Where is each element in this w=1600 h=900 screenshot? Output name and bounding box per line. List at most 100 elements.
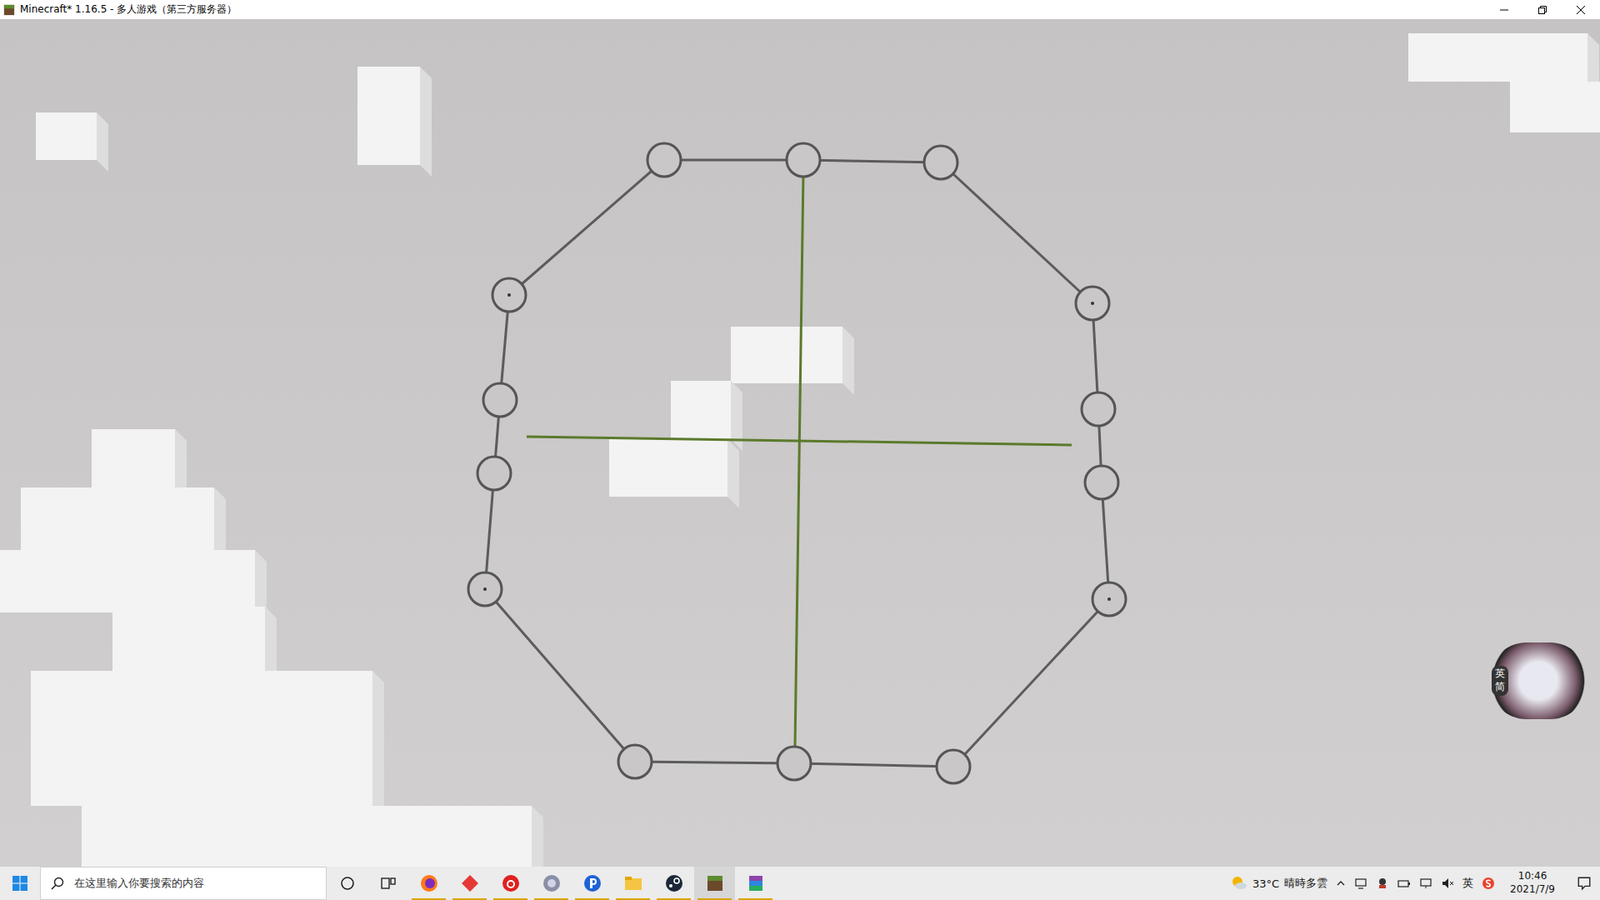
pixiv-icon (582, 873, 603, 894)
running-indicator (656, 898, 691, 900)
ring-node (647, 143, 681, 177)
diamond-icon (460, 873, 480, 894)
taskbar-app[interactable] (490, 866, 531, 900)
ring-node (618, 745, 652, 779)
taskbar-app[interactable] (612, 866, 654, 900)
sun-cloud-icon (1230, 875, 1248, 892)
edge-line (509, 160, 665, 295)
running-indicator (452, 898, 487, 900)
ime-label: 简 (1495, 680, 1505, 695)
app-tray-icon[interactable] (1375, 876, 1390, 890)
edge-line (940, 162, 1093, 304)
time: 10:46 (1518, 870, 1548, 884)
speaker-muted-icon[interactable] (1440, 876, 1455, 890)
edge-line (953, 599, 1110, 767)
weather-widget[interactable]: 33°C 晴時多雲 (1230, 875, 1328, 892)
game-scene (0, 19, 1600, 867)
weather-text: 晴時多雲 (1284, 875, 1328, 891)
cloud (1510, 81, 1600, 145)
running-indicator (615, 898, 650, 900)
running-indicator (697, 898, 732, 900)
minimize-button[interactable] (1485, 0, 1524, 20)
close-button[interactable] (1561, 0, 1600, 20)
ring-node (477, 456, 511, 490)
cloud (357, 66, 432, 177)
network-icon[interactable] (1354, 876, 1368, 890)
steam-icon (664, 873, 685, 894)
running-indicator (493, 898, 528, 900)
cloud (609, 439, 740, 509)
green-axis-line (795, 173, 804, 747)
running-indicator (738, 898, 773, 900)
edge-line (794, 763, 954, 767)
green-axis-line (526, 436, 1072, 445)
minimize-icon (1500, 5, 1509, 15)
taskbar-app[interactable] (735, 866, 776, 900)
windows-icon (12, 875, 28, 891)
title-bar: Minecraft* 1.16.5 - 多人游戏（第三方服务器） (0, 0, 1600, 20)
ring-node (1081, 392, 1115, 426)
ring-node (924, 145, 958, 180)
taskbar-app[interactable] (694, 866, 735, 900)
taskbar-app[interactable] (653, 866, 695, 900)
restore-button[interactable] (1523, 0, 1562, 20)
search-box[interactable]: 在这里输入你要搜索的内容 (40, 866, 327, 900)
temperature: 33°C (1252, 877, 1280, 890)
taskbar-app[interactable] (449, 866, 490, 900)
taskbar-app[interactable] (571, 866, 613, 900)
chevron-up-icon[interactable] (1335, 878, 1346, 889)
start-button[interactable] (0, 866, 40, 900)
ring-node (1085, 465, 1119, 500)
taskbar: 在这里输入你要搜索的内容 33°C 晴時多雲 英 10:462021/7/9 (0, 866, 1600, 900)
minecraft-icon (705, 873, 725, 894)
display-icon[interactable] (1419, 876, 1433, 890)
ring-node (936, 750, 970, 784)
ring-node (492, 278, 526, 312)
ring-node (777, 746, 811, 780)
cortana-icon (339, 875, 356, 892)
ring-node (483, 383, 517, 417)
task-view-button[interactable] (367, 866, 409, 900)
running-indicator (534, 898, 569, 900)
cloud (81, 805, 544, 867)
ring-node (468, 572, 502, 606)
firefox-icon (419, 873, 440, 894)
minecraft-icon (3, 4, 15, 16)
clock[interactable]: 10:462021/7/9 (1503, 870, 1562, 896)
ring-node (786, 143, 820, 177)
ring-node (1075, 286, 1110, 320)
running-indicator (575, 898, 610, 900)
cloud (730, 326, 855, 395)
screen: Minecraft* 1.16.5 - 多人游戏（第三方服务器）英简在这里输入你… (0, 0, 1600, 900)
notification-icon[interactable] (1576, 875, 1592, 891)
netease-icon (500, 873, 521, 894)
running-indicator (411, 898, 446, 900)
ime-widget[interactable]: 英简 (1480, 642, 1597, 720)
orb-icon (541, 873, 562, 894)
game-view[interactable]: 英简 (0, 19, 1600, 867)
restore-icon (1538, 5, 1547, 15)
winrar-icon (745, 873, 766, 894)
battery-icon[interactable] (1397, 876, 1411, 890)
system-tray: 33°C 晴時多雲 英 10:462021/7/9 (1230, 866, 1600, 900)
sogou-icon[interactable] (1481, 876, 1495, 890)
task-view-icon (380, 875, 397, 892)
folder-icon (623, 873, 644, 894)
edge-line (485, 589, 635, 762)
window-title: Minecraft* 1.16.5 - 多人游戏（第三方服务器） (20, 2, 237, 17)
ime-label: 英 (1495, 667, 1505, 681)
taskbar-app[interactable] (408, 866, 450, 900)
taskbar-app[interactable] (530, 866, 572, 900)
search-icon (50, 876, 65, 890)
cortana-button[interactable] (326, 866, 368, 900)
close-icon (1576, 5, 1585, 15)
cloud (30, 670, 385, 818)
edge-line (803, 160, 941, 163)
edge-line (664, 159, 804, 162)
search-placeholder: 在这里输入你要搜索的内容 (74, 875, 205, 891)
cloud (35, 112, 109, 172)
edge-line (635, 761, 795, 764)
input-method[interactable]: 英 (1462, 875, 1474, 891)
ring-node (1092, 582, 1126, 616)
date: 2021/7/9 (1510, 883, 1555, 897)
